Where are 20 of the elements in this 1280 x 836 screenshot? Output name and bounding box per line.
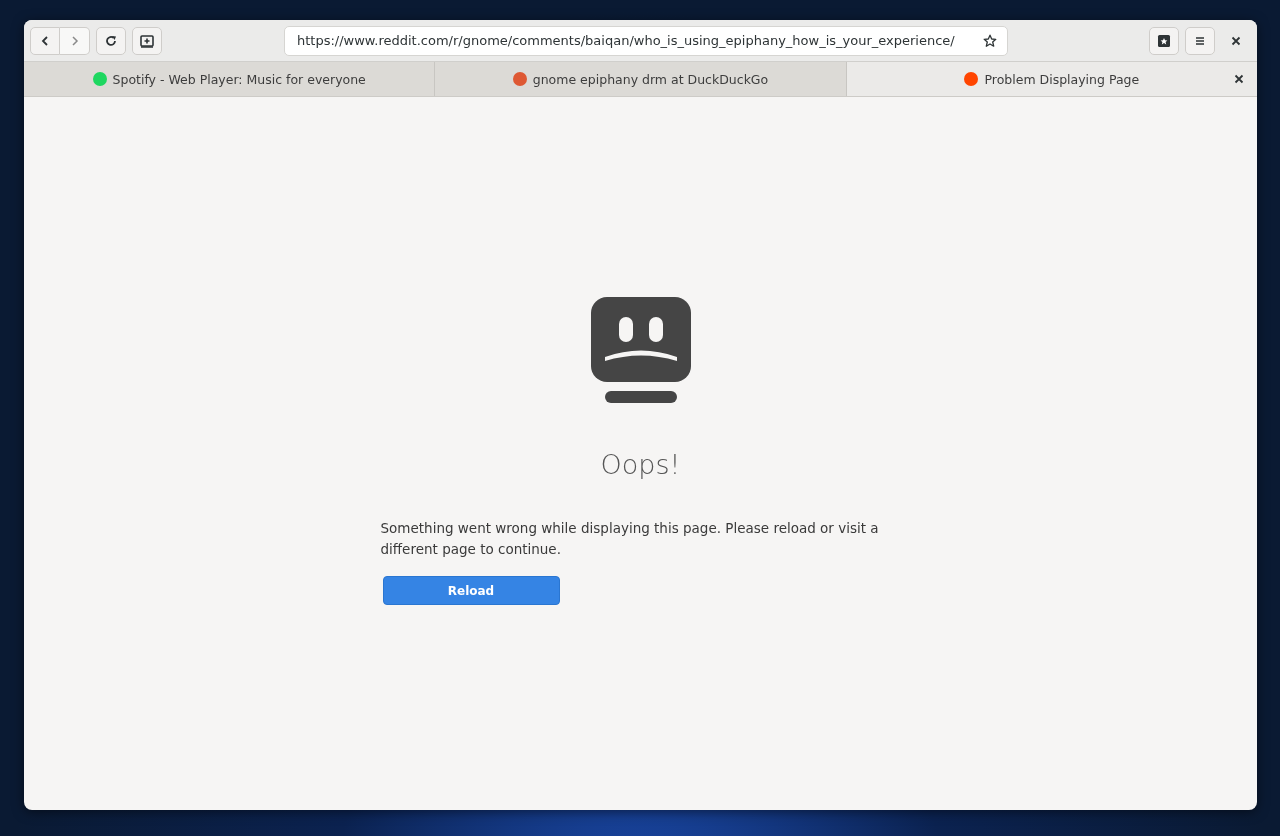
reload-button[interactable]: [96, 26, 126, 55]
back-button[interactable]: [30, 26, 60, 55]
error-heading: Oops!: [600, 449, 681, 480]
menu-button[interactable]: [1185, 26, 1215, 55]
bookmarks-button[interactable]: [1149, 26, 1179, 55]
reload-page-button[interactable]: Reload: [382, 576, 560, 605]
url-text: https://www.reddit.com/r/gnome/comments/baiqan/who_is_using_epiphany_how_is_your_experience/: [297, 33, 956, 48]
close-icon: [1231, 35, 1241, 46]
address-bar[interactable]: https://www.reddit.com/r/gnome/comments/baiqan/who_is_using_epiphany_how_is_your_experience/: [284, 25, 1008, 56]
error-message: Something went wrong while displaying this page. Please reload or visit a different page to continue.: [380, 519, 880, 559]
tab-title: Spotify - Web Player: Music for everyone: [112, 71, 366, 87]
reload-icon: [105, 34, 117, 47]
new-tab-icon: [140, 33, 154, 48]
tab-title: Problem Displaying Page: [984, 71, 1140, 87]
new-tab-button[interactable]: [132, 26, 162, 55]
sad-computer-icon: [590, 297, 691, 405]
tab-title: gnome epiphany drm at DuckDuckGo: [532, 71, 769, 87]
browser-tab[interactable]: Problem Displaying Page: [846, 62, 1257, 96]
menu-icon: [1194, 34, 1206, 47]
star-bookmark-icon[interactable]: [983, 33, 997, 48]
